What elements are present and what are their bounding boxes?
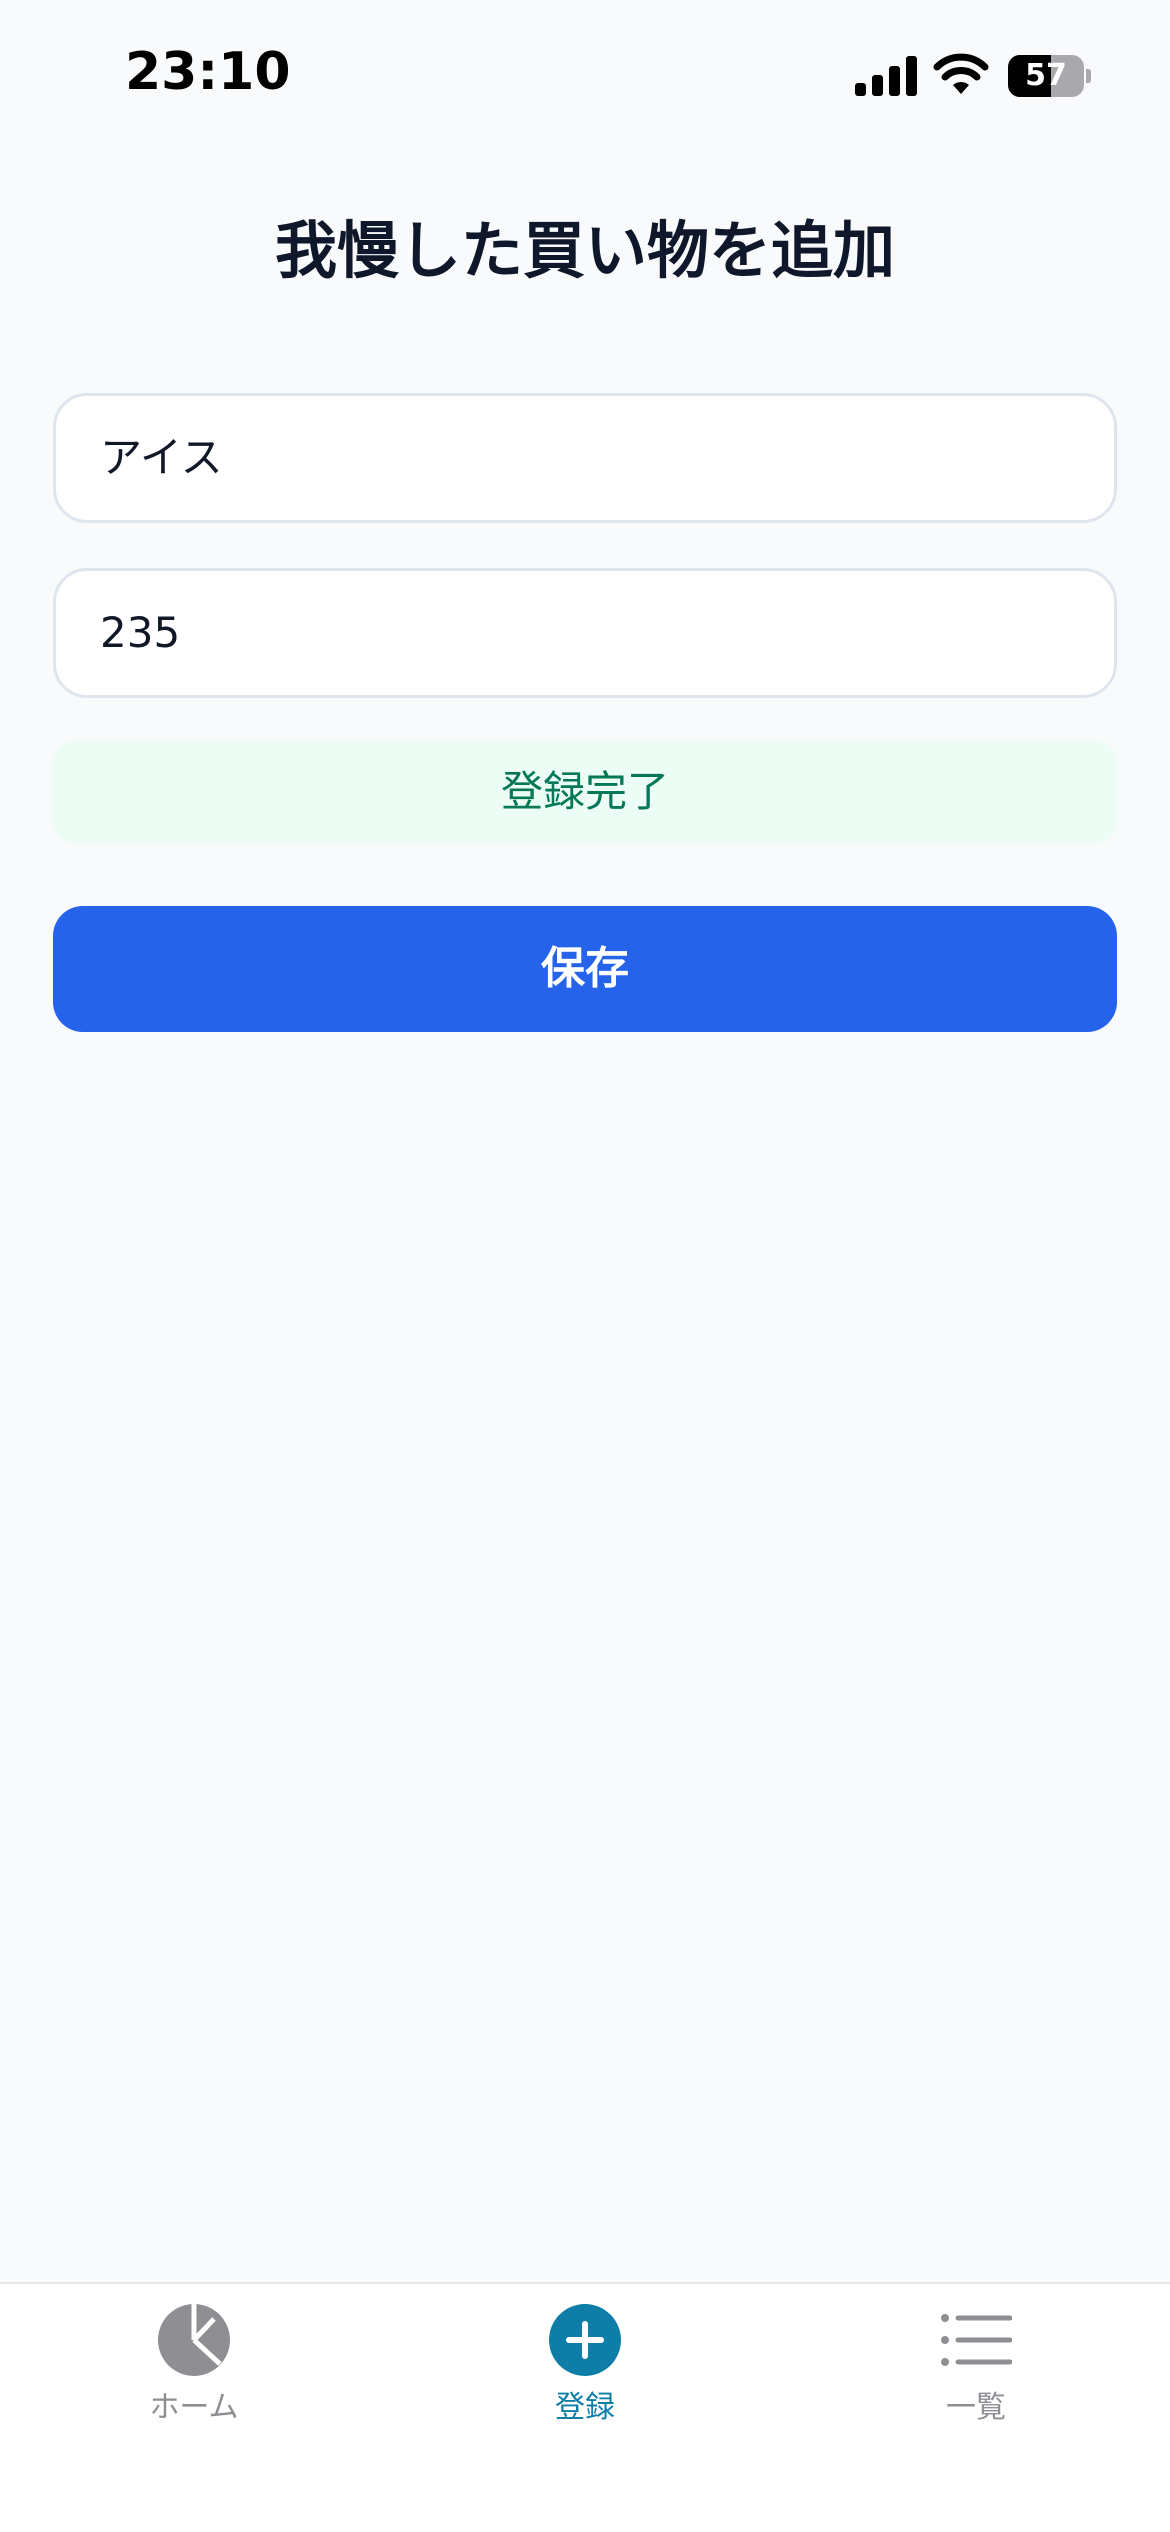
signal-icon <box>855 56 917 96</box>
tab-register[interactable]: 登録 <box>485 2284 685 2444</box>
price-input[interactable]: 235 <box>53 568 1117 698</box>
battery-icon: 57 <box>1008 55 1091 97</box>
home-indicator <box>445 2500 725 2512</box>
page-title: 我慢した買い物を追加 <box>274 214 895 287</box>
list-icon <box>941 2314 1012 2366</box>
tab-bar: ホーム 登録 一覧 <box>0 2282 1170 2532</box>
tab-register-label: 登録 <box>555 2390 615 2425</box>
battery-cap <box>1086 69 1091 83</box>
tab-list[interactable]: 一覧 <box>876 2284 1076 2444</box>
plus-circle-icon <box>549 2304 621 2376</box>
wifi-icon <box>933 53 989 94</box>
price-value: 235 <box>100 608 181 657</box>
item-name-input[interactable]: アイス <box>53 393 1117 523</box>
tab-home-label: ホーム <box>149 2390 239 2425</box>
save-button[interactable]: 保存 <box>53 906 1117 1032</box>
tab-list-label: 一覧 <box>946 2390 1006 2425</box>
pie-chart-icon <box>158 2304 230 2376</box>
battery-level-text: 57 <box>1025 58 1067 93</box>
status-bar: 23:10 57 <box>0 0 1170 150</box>
success-message: 登録完了 <box>53 740 1117 844</box>
item-name-value: アイス <box>100 433 223 482</box>
tab-home[interactable]: ホーム <box>94 2284 294 2444</box>
battery-body: 57 <box>1008 55 1084 97</box>
status-time: 23:10 <box>125 42 291 102</box>
